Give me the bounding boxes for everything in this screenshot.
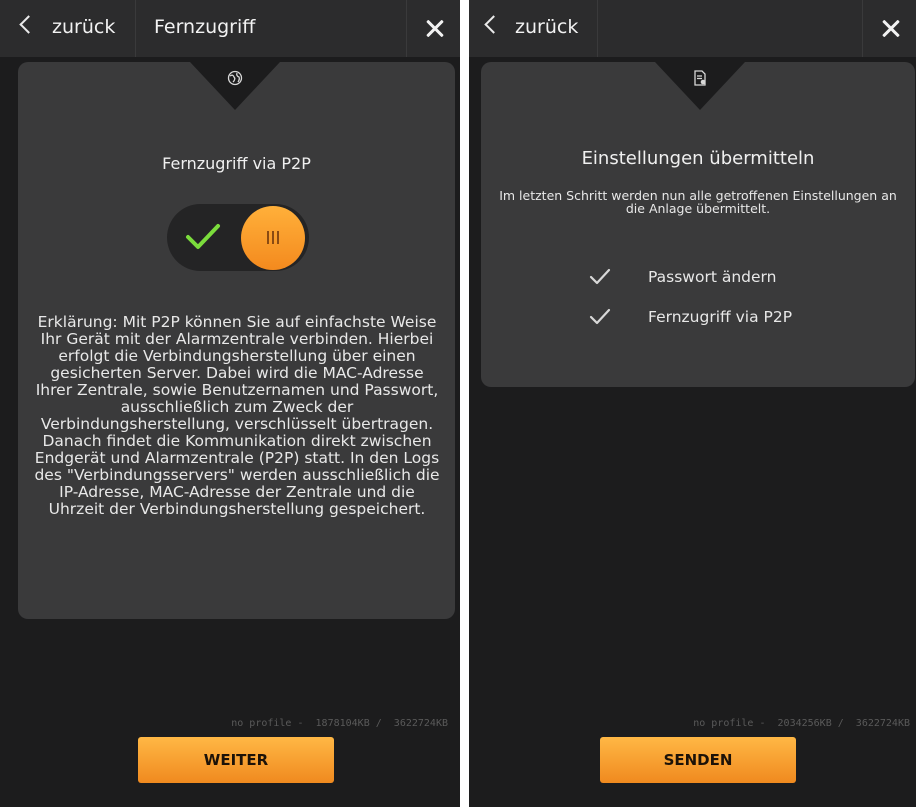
chevron-left-icon	[484, 15, 503, 34]
top-bar: zurück Fernzugriff	[0, 0, 460, 57]
back-label: zurück	[515, 16, 579, 38]
globe-icon	[225, 70, 245, 90]
memory-status: no profile - 1878104KB / 3622724KB	[231, 718, 448, 729]
fernzugriff-screen: zurück Fernzugriff Fernzugriff via P2P E…	[0, 0, 460, 807]
back-button[interactable]: zurück	[0, 0, 136, 57]
summary-item: Fernzugriff via P2P	[481, 308, 915, 332]
checkmark-icon	[186, 224, 220, 249]
section-heading: Einstellungen übermitteln	[581, 148, 815, 169]
close-button[interactable]	[862, 0, 916, 57]
back-label: zurück	[52, 16, 116, 38]
top-bar: zurück	[469, 0, 916, 57]
back-button[interactable]: zurück	[469, 0, 598, 57]
summary-card: Einstellungen übermitteln Im letzten Sch…	[481, 62, 915, 387]
section-heading: Fernzugriff via P2P	[162, 154, 311, 173]
page-title: Fernzugriff	[154, 16, 256, 38]
toggle-knob[interactable]	[241, 206, 305, 270]
description-text: Im letzten Schritt werden nun alle getro…	[499, 188, 897, 216]
summary-item-label: Passwort ändern	[648, 268, 777, 286]
memory-status: no profile - 2034256KB / 3622724KB	[693, 718, 910, 729]
p2p-toggle[interactable]	[167, 204, 309, 271]
chevron-left-icon	[19, 15, 38, 34]
summary-item: Passwort ändern	[481, 268, 915, 292]
close-button[interactable]	[406, 0, 460, 57]
checkmark-icon	[589, 268, 611, 285]
document-check-icon	[690, 70, 710, 90]
settings-card: Fernzugriff via P2P Erklärung: Mit P2P k…	[18, 62, 455, 619]
checkmark-icon	[589, 308, 611, 325]
explanation-text: Erklärung: Mit P2P können Sie auf einfac…	[34, 313, 440, 518]
senden-button[interactable]: SENDEN	[600, 737, 796, 783]
summary-item-label: Fernzugriff via P2P	[648, 308, 793, 326]
weiter-button[interactable]: WEITER	[138, 737, 334, 783]
summary-screen: zurück Einstellungen übermitteln Im letz…	[469, 0, 916, 807]
